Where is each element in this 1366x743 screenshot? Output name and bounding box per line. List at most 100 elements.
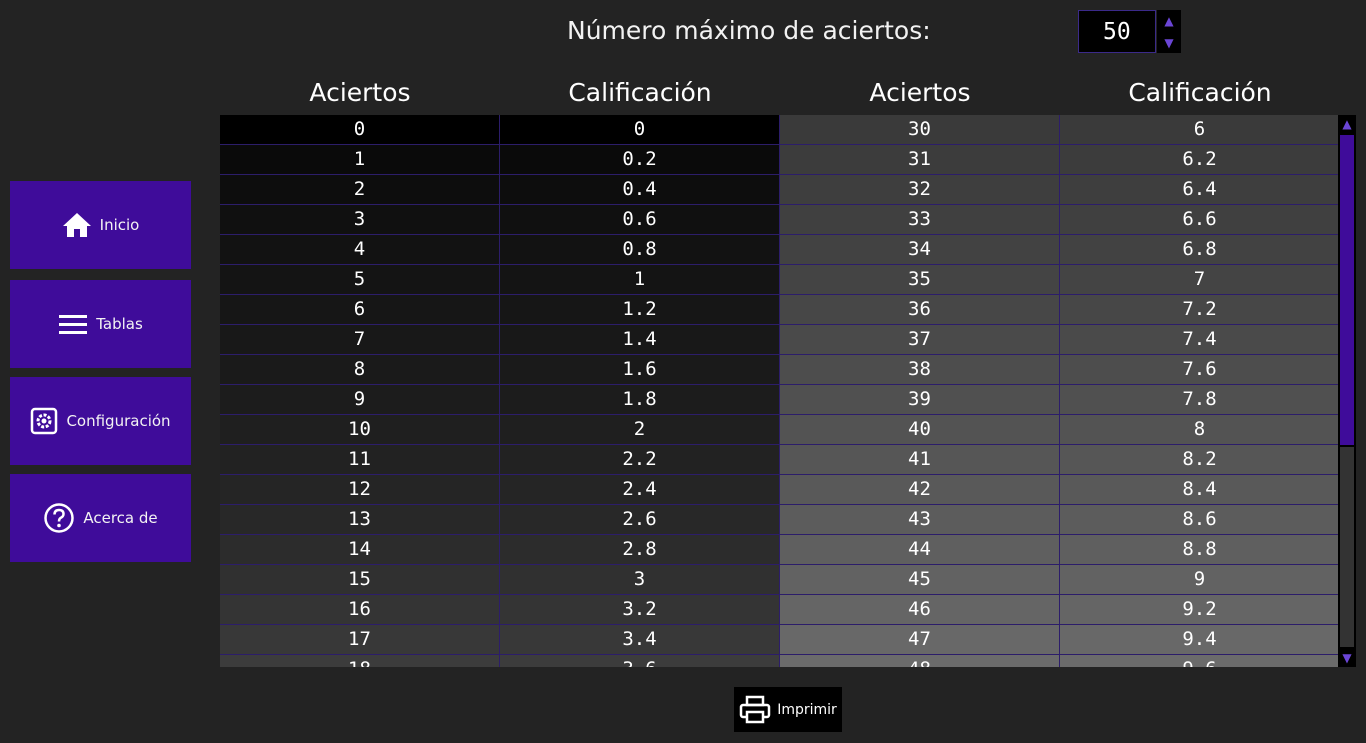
nav-configuracion-button[interactable]: Configuración [10, 377, 191, 465]
aciertos-cell[interactable]: 11 [220, 445, 500, 474]
aciertos-cell[interactable]: 46 [780, 595, 1060, 624]
aciertos-cell[interactable]: 30 [780, 115, 1060, 144]
calificacion-cell[interactable]: 8.6 [1060, 505, 1338, 534]
calificacion-cell[interactable]: 0.4 [500, 175, 780, 204]
calificacion-cell[interactable]: 0.8 [500, 235, 780, 264]
calificacion-cell[interactable]: 0 [500, 115, 780, 144]
calificacion-cell[interactable]: 7.8 [1060, 385, 1338, 414]
table-row[interactable]: 3 0.6 33 6.6 [220, 205, 1338, 235]
stepper-down-icon[interactable]: ▼ [1157, 32, 1181, 53]
table-row[interactable]: 4 0.8 34 6.8 [220, 235, 1338, 265]
aciertos-cell[interactable]: 35 [780, 265, 1060, 294]
scroll-down-icon[interactable]: ▼ [1338, 649, 1356, 667]
aciertos-cell[interactable]: 33 [780, 205, 1060, 234]
table-row[interactable]: 0 0 30 6 [220, 115, 1338, 145]
header-aciertos-2[interactable]: Aciertos [780, 78, 1060, 107]
aciertos-cell[interactable]: 43 [780, 505, 1060, 534]
table-row[interactable]: 5 1 35 7 [220, 265, 1338, 295]
scroll-track[interactable] [1340, 447, 1354, 647]
calificacion-cell[interactable]: 1.6 [500, 355, 780, 384]
aciertos-cell[interactable]: 14 [220, 535, 500, 564]
table-row[interactable]: 13 2.6 43 8.6 [220, 505, 1338, 535]
header-calificacion-1[interactable]: Calificación [500, 78, 780, 107]
calificacion-cell[interactable]: 7 [1060, 265, 1338, 294]
aciertos-cell[interactable]: 7 [220, 325, 500, 354]
calificacion-cell[interactable]: 1 [500, 265, 780, 294]
table-row[interactable]: 17 3.4 47 9.4 [220, 625, 1338, 655]
nav-inicio-button[interactable]: Inicio [10, 181, 191, 269]
table-row[interactable]: 11 2.2 41 8.2 [220, 445, 1338, 475]
calificacion-cell[interactable]: 8.4 [1060, 475, 1338, 504]
stepper-up-icon[interactable]: ▲ [1157, 10, 1181, 31]
print-button[interactable]: Imprimir [734, 687, 842, 732]
calificacion-cell[interactable]: 1.2 [500, 295, 780, 324]
table-row[interactable]: 6 1.2 36 7.2 [220, 295, 1338, 325]
aciertos-cell[interactable]: 40 [780, 415, 1060, 444]
table-row[interactable]: 10 2 40 8 [220, 415, 1338, 445]
aciertos-cell[interactable]: 1 [220, 145, 500, 174]
aciertos-cell[interactable]: 6 [220, 295, 500, 324]
calificacion-cell[interactable]: 7.4 [1060, 325, 1338, 354]
aciertos-cell[interactable]: 37 [780, 325, 1060, 354]
calificacion-cell[interactable]: 6 [1060, 115, 1338, 144]
calificacion-cell[interactable]: 2.4 [500, 475, 780, 504]
calificacion-cell[interactable]: 0.2 [500, 145, 780, 174]
header-calificacion-2[interactable]: Calificación [1060, 78, 1340, 107]
aciertos-cell[interactable]: 36 [780, 295, 1060, 324]
aciertos-cell[interactable]: 45 [780, 565, 1060, 594]
aciertos-cell[interactable]: 39 [780, 385, 1060, 414]
table-row[interactable]: 15 3 45 9 [220, 565, 1338, 595]
aciertos-cell[interactable]: 17 [220, 625, 500, 654]
calificacion-cell[interactable]: 9.4 [1060, 625, 1338, 654]
aciertos-cell[interactable]: 9 [220, 385, 500, 414]
table-scrollbar[interactable]: ▲ ▼ [1338, 115, 1356, 667]
aciertos-cell[interactable]: 5 [220, 265, 500, 294]
aciertos-cell[interactable]: 44 [780, 535, 1060, 564]
table-row[interactable]: 2 0.4 32 6.4 [220, 175, 1338, 205]
aciertos-cell[interactable]: 15 [220, 565, 500, 594]
calificacion-cell[interactable]: 6.8 [1060, 235, 1338, 264]
calificacion-cell[interactable]: 3.2 [500, 595, 780, 624]
calificacion-cell[interactable]: 6.2 [1060, 145, 1338, 174]
calificacion-cell[interactable]: 2.2 [500, 445, 780, 474]
calificacion-cell[interactable]: 3.4 [500, 625, 780, 654]
aciertos-cell[interactable]: 13 [220, 505, 500, 534]
aciertos-cell[interactable]: 41 [780, 445, 1060, 474]
scroll-up-icon[interactable]: ▲ [1338, 115, 1356, 133]
calificacion-cell[interactable]: 8.8 [1060, 535, 1338, 564]
calificacion-cell[interactable]: 6.4 [1060, 175, 1338, 204]
calificacion-cell[interactable]: 9 [1060, 565, 1338, 594]
aciertos-cell[interactable]: 32 [780, 175, 1060, 204]
nav-acerca-button[interactable]: Acerca de [10, 474, 191, 562]
scroll-thumb[interactable] [1340, 135, 1354, 445]
aciertos-cell[interactable]: 34 [780, 235, 1060, 264]
table-row[interactable]: 1 0.2 31 6.2 [220, 145, 1338, 175]
calificacion-cell[interactable]: 7.2 [1060, 295, 1338, 324]
table-row[interactable]: 16 3.2 46 9.2 [220, 595, 1338, 625]
aciertos-cell[interactable]: 0 [220, 115, 500, 144]
aciertos-cell[interactable]: 3 [220, 205, 500, 234]
table-row[interactable]: 9 1.8 39 7.8 [220, 385, 1338, 415]
aciertos-cell[interactable]: 4 [220, 235, 500, 264]
aciertos-cell[interactable]: 2 [220, 175, 500, 204]
aciertos-cell[interactable]: 18 [220, 655, 500, 667]
calificacion-cell[interactable]: 0.6 [500, 205, 780, 234]
calificacion-cell[interactable]: 3 [500, 565, 780, 594]
aciertos-cell[interactable]: 10 [220, 415, 500, 444]
calificacion-cell[interactable]: 9.6 [1060, 655, 1338, 667]
calificacion-cell[interactable]: 2 [500, 415, 780, 444]
calificacion-cell[interactable]: 8.2 [1060, 445, 1338, 474]
max-hits-input[interactable] [1078, 10, 1156, 53]
table-row[interactable]: 7 1.4 37 7.4 [220, 325, 1338, 355]
nav-tablas-button[interactable]: Tablas [10, 280, 191, 368]
aciertos-cell[interactable]: 38 [780, 355, 1060, 384]
calificacion-cell[interactable]: 1.8 [500, 385, 780, 414]
table-row[interactable]: 12 2.4 42 8.4 [220, 475, 1338, 505]
table-row[interactable]: 183.6489.6 [220, 655, 1338, 667]
aciertos-cell[interactable]: 48 [780, 655, 1060, 667]
table-row[interactable]: 8 1.6 38 7.6 [220, 355, 1338, 385]
calificacion-cell[interactable]: 2.8 [500, 535, 780, 564]
aciertos-cell[interactable]: 12 [220, 475, 500, 504]
table-row[interactable]: 14 2.8 44 8.8 [220, 535, 1338, 565]
header-aciertos-1[interactable]: Aciertos [220, 78, 500, 107]
